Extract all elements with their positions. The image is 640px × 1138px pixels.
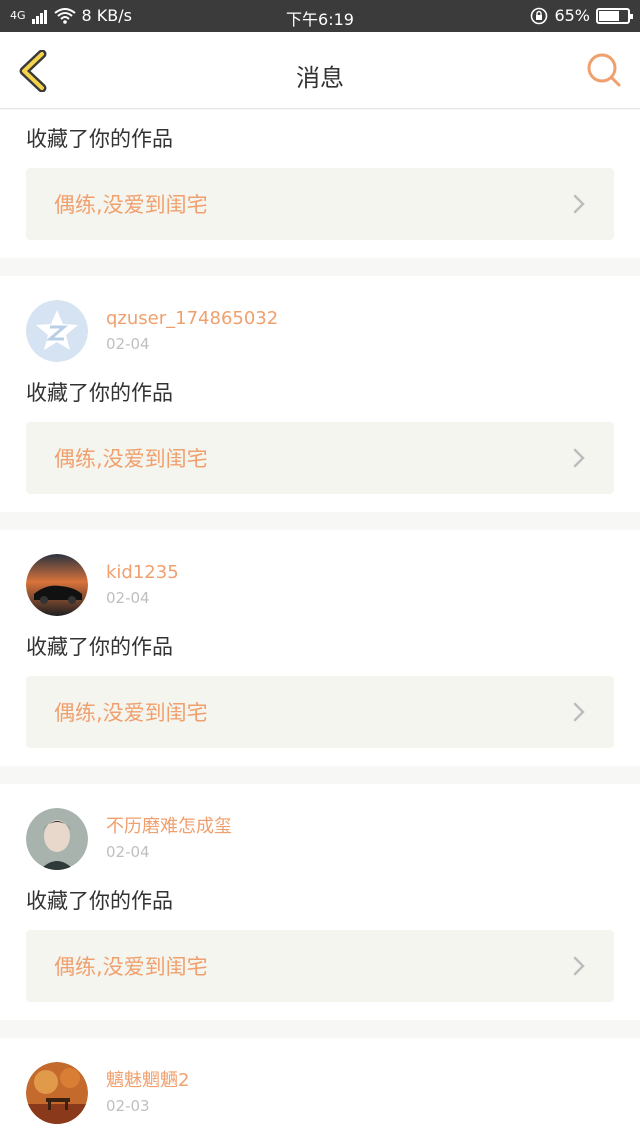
work-title: 偶练,没爱到闺宅: [54, 193, 208, 217]
message-card: kid1235 02-04 收藏了你的作品 偶练,没爱到闺宅: [0, 530, 640, 766]
message-date: 02-04: [106, 589, 150, 607]
message-action: 收藏了你的作品: [26, 635, 173, 659]
rotation-lock-icon: [531, 7, 548, 24]
user-meta: kid1235 02-04: [106, 561, 179, 609]
message-card: 收藏了你的作品 偶练,没爱到闺宅: [0, 110, 640, 258]
user-name[interactable]: 不历磨难怎成玺: [106, 815, 232, 839]
user-name[interactable]: kid1235: [106, 561, 179, 585]
work-link[interactable]: 偶练,没爱到闺宅: [26, 168, 614, 240]
message-card: qzuser_174865032 02-04 收藏了你的作品 偶练,没爱到闺宅: [0, 276, 640, 512]
message-date: 02-03: [106, 1097, 150, 1115]
status-bar: 4G 8 KB/s 下午6:19 65%: [0, 0, 640, 32]
message-list: 收藏了你的作品 偶练,没爱到闺宅 qzuser_174865032 02-04 …: [0, 110, 640, 1138]
work-title: 偶练,没爱到闺宅: [54, 447, 208, 471]
chevron-right-icon: [573, 448, 585, 468]
message-date: 02-04: [106, 843, 150, 861]
page-title: 消息: [296, 64, 344, 92]
user-meta: qzuser_174865032 02-04: [106, 307, 278, 355]
user-name[interactable]: qzuser_174865032: [106, 307, 278, 331]
chevron-right-icon: [573, 702, 585, 722]
battery-icon: [596, 7, 633, 24]
nav-bar: 消息: [0, 32, 640, 109]
message-date: 02-04: [106, 335, 150, 353]
user-meta: 魑魅魍魉2 02-03: [106, 1069, 189, 1117]
user-row: 魑魅魍魉2 02-03: [26, 1062, 614, 1124]
message-action: 收藏了你的作品: [26, 127, 173, 151]
user-row: 不历磨难怎成玺 02-04: [26, 808, 614, 870]
portrait-avatar[interactable]: [26, 808, 88, 870]
message-action: 收藏了你的作品: [26, 381, 173, 405]
chevron-right-icon: [573, 194, 585, 214]
user-name[interactable]: 魑魅魍魉2: [106, 1069, 189, 1093]
battery-percent: 65%: [554, 6, 590, 25]
search-icon[interactable]: [586, 52, 622, 88]
work-link[interactable]: 偶练,没爱到闺宅: [26, 930, 614, 1002]
autumn-bench-avatar[interactable]: [26, 1062, 88, 1124]
message-card: 不历磨难怎成玺 02-04 收藏了你的作品 偶练,没爱到闺宅: [0, 784, 640, 1020]
car-sunset-avatar[interactable]: [26, 554, 88, 616]
message-card: 魑魅魍魉2 02-03: [0, 1038, 640, 1138]
user-meta: 不历磨难怎成玺 02-04: [106, 815, 232, 863]
work-link[interactable]: 偶练,没爱到闺宅: [26, 676, 614, 748]
work-link[interactable]: 偶练,没爱到闺宅: [26, 422, 614, 494]
user-row: kid1235 02-04: [26, 554, 614, 616]
chevron-right-icon: [573, 956, 585, 976]
status-right: 65%: [530, 6, 633, 25]
work-title: 偶练,没爱到闺宅: [54, 955, 208, 979]
user-row: qzuser_174865032 02-04: [26, 300, 614, 362]
message-action: 收藏了你的作品: [26, 889, 173, 913]
qq-default-avatar[interactable]: [26, 300, 88, 362]
work-title: 偶练,没爱到闺宅: [54, 701, 208, 725]
